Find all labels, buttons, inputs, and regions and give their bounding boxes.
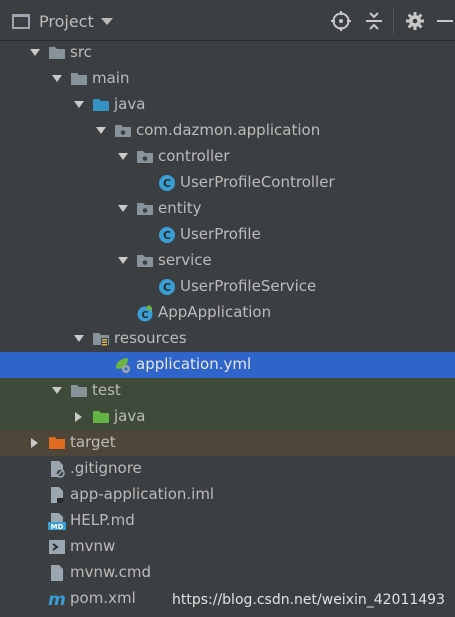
expanded-arrow-icon[interactable]	[94, 124, 108, 138]
tree-item[interactable]: controller	[0, 144, 455, 170]
expanded-arrow-icon[interactable]	[116, 150, 130, 164]
tree-item[interactable]: app-application.iml	[0, 482, 455, 508]
svg-text:C: C	[163, 177, 171, 190]
dropdown-chevron-icon	[100, 17, 113, 25]
resources-folder-icon	[93, 333, 109, 346]
project-view-selector[interactable]: Project	[12, 9, 113, 33]
tree-item[interactable]: C UserProfile	[0, 222, 455, 248]
hide-minimize-icon[interactable]	[434, 10, 455, 32]
project-tool-window-header: Project	[0, 0, 455, 41]
expanded-arrow-icon[interactable]	[72, 332, 86, 346]
tree-item-label: app-application.iml	[70, 485, 215, 503]
expanded-arrow-icon[interactable]	[50, 384, 64, 398]
tree-item-label: mvnw	[70, 537, 116, 555]
tree-item[interactable]: resources	[0, 326, 455, 352]
package-icon	[137, 255, 153, 267]
svg-text:m: m	[48, 590, 66, 608]
expanded-arrow-icon[interactable]	[50, 72, 64, 86]
spring-yml-icon	[116, 358, 130, 373]
tree-item[interactable]: java	[0, 92, 455, 118]
tree-item-label: UserProfileController	[180, 173, 335, 191]
tree-item-label: .gitignore	[70, 459, 142, 477]
svg-text:MD: MD	[51, 523, 64, 530]
tree-item-label: main	[92, 69, 130, 87]
tree-item-label: AppApplication	[158, 303, 272, 321]
tree-item-label: UserProfile	[180, 225, 261, 243]
tree-item[interactable]: MD HELP.md	[0, 508, 455, 534]
tree-item-label: UserProfileService	[180, 277, 317, 295]
tree-item[interactable]: mvnw	[0, 534, 455, 560]
tree-item-label: HELP.md	[70, 511, 135, 529]
tree-item[interactable]: C AppApplication	[0, 300, 455, 326]
test-source-folder-icon	[93, 411, 109, 423]
svg-text:C: C	[163, 281, 171, 294]
expanded-arrow-icon[interactable]	[28, 46, 42, 60]
folder-icon	[49, 47, 65, 59]
java-class-icon: C	[159, 227, 175, 243]
watermark-text: https://blog.csdn.net/weixin_42011493	[171, 592, 445, 608]
iml-file-icon	[51, 487, 63, 503]
svg-text:C: C	[163, 229, 171, 242]
tree-item[interactable]: application.yml	[0, 352, 455, 378]
tree-item[interactable]: src	[0, 40, 455, 66]
tree-item[interactable]: C UserProfileController	[0, 170, 455, 196]
project-tree: src main java com.dazmon.application control…	[0, 40, 455, 617]
settings-gear-icon[interactable]	[404, 10, 426, 32]
tree-item[interactable]: .gitignore	[0, 456, 455, 482]
java-class-icon: C	[159, 175, 175, 191]
tree-item[interactable]: entity	[0, 196, 455, 222]
collapse-all-icon[interactable]	[363, 10, 385, 32]
tree-item-label: controller	[158, 147, 230, 165]
tree-item-label: com.dazmon.application	[136, 121, 321, 139]
tree-item-label: java	[114, 95, 146, 113]
tree-item[interactable]: main	[0, 66, 455, 92]
excluded-folder-icon	[49, 437, 65, 449]
text-file-icon	[51, 565, 63, 581]
project-view-icon	[12, 13, 30, 29]
tree-item-label: resources	[114, 329, 187, 347]
markdown-file-icon: MD	[48, 513, 66, 530]
toolbar-separator	[393, 8, 394, 34]
package-icon	[137, 151, 153, 163]
expanded-arrow-icon[interactable]	[72, 98, 86, 112]
locate-target-icon[interactable]	[330, 10, 352, 32]
project-title: Project	[39, 11, 94, 31]
svg-text:C: C	[141, 310, 148, 321]
expanded-arrow-icon[interactable]	[116, 202, 130, 216]
maven-file-icon: m	[48, 590, 66, 608]
tree-item-label: service	[158, 251, 212, 269]
tree-item-label: mvnw.cmd	[70, 563, 152, 581]
shell-file-icon	[49, 540, 65, 554]
folder-icon	[71, 385, 87, 397]
source-folder-icon	[93, 99, 109, 111]
tree-item-label: java	[114, 407, 146, 425]
tree-item-label: src	[70, 43, 92, 61]
tree-item-label: target	[70, 433, 116, 451]
tree-item-label: application.yml	[136, 355, 252, 373]
spring-boot-class-icon: C	[137, 305, 153, 322]
package-icon	[137, 203, 153, 215]
ignored-file-icon	[51, 461, 65, 478]
tree-item[interactable]: test	[0, 378, 455, 404]
tree-item-label: entity	[158, 199, 202, 217]
tree-item[interactable]: C UserProfileService	[0, 274, 455, 300]
tree-item-label: pom.xml	[70, 589, 136, 607]
collapsed-arrow-icon[interactable]	[72, 410, 86, 424]
tree-item[interactable]: target	[0, 430, 455, 456]
collapsed-arrow-icon[interactable]	[28, 436, 42, 450]
tree-item[interactable]: mvnw.cmd	[0, 560, 455, 586]
folder-icon	[71, 73, 87, 85]
tree-item[interactable]: com.dazmon.application	[0, 118, 455, 144]
expanded-arrow-icon[interactable]	[116, 254, 130, 268]
package-icon	[115, 125, 131, 137]
tree-item[interactable]: java	[0, 404, 455, 430]
java-class-icon: C	[159, 279, 175, 295]
tree-item-label: test	[92, 381, 121, 399]
tree-item[interactable]: service	[0, 248, 455, 274]
